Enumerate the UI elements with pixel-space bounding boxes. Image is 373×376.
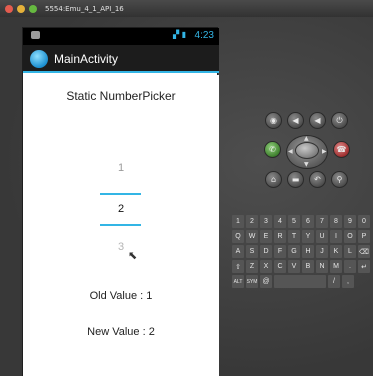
window-maximize-button[interactable] — [29, 4, 37, 13]
key[interactable]: R — [274, 230, 286, 243]
key[interactable]: 4 — [274, 215, 286, 228]
space-key[interactable] — [274, 275, 326, 288]
window-title: 5554:Emu_4_1_API_16 — [45, 4, 124, 13]
key[interactable]: Q — [232, 230, 244, 243]
camera-button[interactable]: ◉ — [265, 112, 282, 129]
key[interactable]: C — [274, 260, 286, 273]
home-button[interactable]: ⌂ — [265, 171, 282, 188]
key[interactable]: J — [316, 245, 328, 258]
page-heading: Static NumberPicker — [66, 89, 176, 103]
key[interactable]: ⌫ — [358, 245, 370, 258]
dpad-down-icon: ▼ — [304, 161, 309, 168]
dpad-center-button[interactable] — [295, 142, 319, 159]
key[interactable]: I — [330, 230, 342, 243]
key[interactable]: ALT — [232, 275, 244, 288]
number-picker-divider-bottom — [100, 224, 141, 226]
volume-down-icon: ◀ — [292, 116, 299, 125]
window-titlebar: 5554:Emu_4_1_API_16 — [0, 0, 373, 17]
call-icon: ✆ — [269, 145, 276, 154]
key[interactable]: 7 — [316, 215, 328, 228]
key[interactable]: 9 — [344, 215, 356, 228]
number-picker-current-value[interactable]: 2 — [23, 203, 219, 215]
end-call-button[interactable]: ☎ — [333, 141, 350, 158]
keyboard-row-zxcv: ⇧ Z X C V B N M . ↵ — [232, 260, 370, 273]
hardware-keyboard: 1 2 3 4 5 6 7 8 9 0 Q W E R T Y U I O P … — [232, 215, 373, 300]
key[interactable]: X — [260, 260, 272, 273]
dpad-up-icon: ▲ — [304, 135, 309, 142]
key[interactable]: 1 — [232, 215, 244, 228]
old-value-label: Old Value : 1 — [89, 290, 153, 302]
app-icon — [30, 50, 48, 68]
number-picker-prev-value[interactable]: 1 — [23, 162, 219, 174]
dpad-left-icon: ◀ — [288, 148, 293, 155]
volume-up-button[interactable]: ◀ — [309, 112, 326, 129]
key[interactable]: P — [358, 230, 370, 243]
status-time: 4:23 — [194, 30, 214, 41]
volume-down-button[interactable]: ◀ — [287, 112, 304, 129]
key[interactable]: U — [316, 230, 328, 243]
key[interactable]: 6 — [302, 215, 314, 228]
keyboard-row-bottom: ALT SYM @ / , — [232, 275, 354, 288]
end-call-icon: ☎ — [336, 145, 347, 154]
key[interactable]: H — [302, 245, 314, 258]
key[interactable]: 0 — [358, 215, 370, 228]
key[interactable]: D — [260, 245, 272, 258]
home-icon: ⌂ — [270, 175, 277, 184]
volume-up-icon: ◀ — [314, 116, 321, 125]
keyboard-row-numbers: 1 2 3 4 5 6 7 8 9 0 — [232, 215, 370, 228]
key[interactable]: L — [344, 245, 356, 258]
power-button[interactable]: ⏻ — [331, 112, 348, 129]
key[interactable]: E — [260, 230, 272, 243]
new-value-label: New Value : 2 — [87, 326, 155, 338]
number-picker-divider-top — [100, 193, 141, 195]
key[interactable]: / — [328, 275, 340, 288]
key[interactable]: 8 — [330, 215, 342, 228]
key[interactable]: SYM — [246, 275, 258, 288]
key[interactable]: ⇧ — [232, 260, 244, 273]
window-minimize-button[interactable] — [17, 4, 25, 13]
key[interactable]: ↵ — [358, 260, 370, 273]
app-title: MainActivity — [54, 52, 119, 66]
notification-icon — [31, 31, 40, 39]
camera-icon: ◉ — [270, 116, 277, 125]
key[interactable]: F — [274, 245, 286, 258]
keyboard-row-qwerty: Q W E R T Y U I O P — [232, 230, 370, 243]
power-icon: ⏻ — [336, 115, 343, 125]
key[interactable]: M — [330, 260, 342, 273]
key[interactable]: K — [330, 245, 342, 258]
device-screen: ▞ ▮ 4:23 MainActivity Static NumberPicke… — [22, 27, 219, 376]
key[interactable]: . — [344, 260, 356, 273]
key[interactable]: A — [232, 245, 244, 258]
key[interactable]: T — [288, 230, 300, 243]
key[interactable]: S — [246, 245, 258, 258]
key[interactable]: 2 — [246, 215, 258, 228]
key[interactable]: 5 — [288, 215, 300, 228]
key[interactable]: W — [246, 230, 258, 243]
key[interactable]: @ — [260, 275, 272, 288]
mouse-pointer-icon: ⬉ — [128, 249, 138, 262]
back-icon: ↶ — [314, 175, 321, 184]
key[interactable]: O — [344, 230, 356, 243]
keyboard-row-asdf: A S D F G H J K L ⌫ — [232, 245, 370, 258]
key[interactable]: , — [342, 275, 354, 288]
key[interactable]: 3 — [260, 215, 272, 228]
action-bar: MainActivity — [23, 45, 219, 73]
back-button[interactable]: ↶ — [309, 171, 326, 188]
key[interactable]: Z — [246, 260, 258, 273]
key[interactable]: N — [316, 260, 328, 273]
dpad-right-icon: ▶ — [322, 148, 327, 155]
call-button[interactable]: ✆ — [264, 141, 281, 158]
menu-button[interactable]: ▬ — [287, 171, 304, 188]
signal-battery-icon: ▞ ▮ — [173, 30, 187, 39]
key[interactable]: V — [288, 260, 300, 273]
number-picker-next-value[interactable]: 3 — [23, 241, 219, 253]
status-bar: ▞ ▮ 4:23 — [23, 28, 219, 45]
search-icon: ⚲ — [336, 175, 343, 184]
window-close-button[interactable] — [5, 4, 13, 13]
key[interactable]: G — [288, 245, 300, 258]
menu-icon: ▬ — [291, 175, 300, 184]
search-button[interactable]: ⚲ — [331, 171, 348, 188]
key[interactable]: B — [302, 260, 314, 273]
key[interactable]: Y — [302, 230, 314, 243]
